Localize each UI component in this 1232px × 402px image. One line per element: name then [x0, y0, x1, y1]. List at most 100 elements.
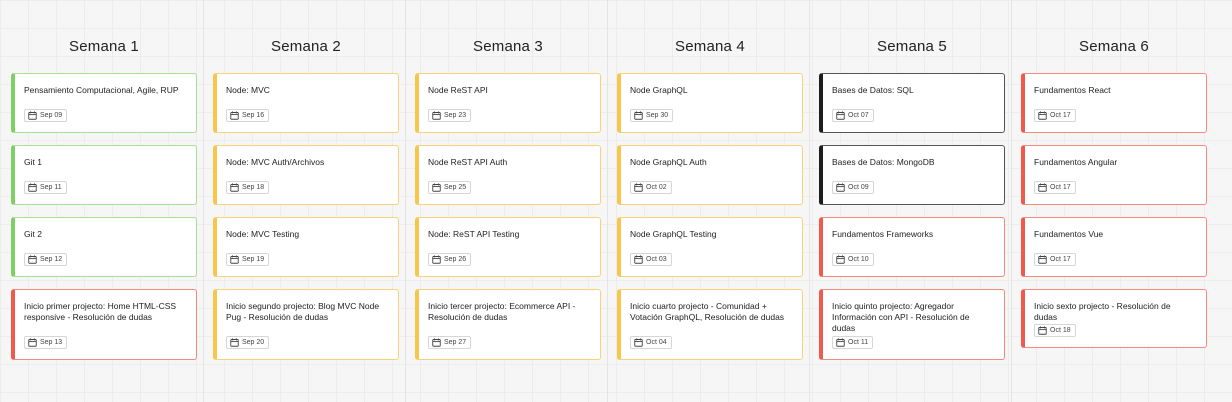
due-date-text: Sep 13	[40, 339, 63, 346]
calendar-icon	[634, 338, 643, 347]
calendar-icon	[634, 183, 643, 192]
due-date-text: Oct 17	[1050, 256, 1071, 263]
card-title: Inicio tercer projecto: Ecommerce API - …	[428, 301, 576, 322]
task-card[interactable]: Fundamentos Vue Oct 17	[1021, 217, 1207, 277]
due-date-text: Sep 30	[646, 112, 669, 119]
task-card[interactable]: Node: MVC Testing Sep 19	[213, 217, 399, 277]
due-date-text: Sep 09	[40, 112, 63, 119]
card-title: Node: MVC	[226, 85, 270, 95]
due-date-badge[interactable]: Oct 17	[1034, 181, 1076, 194]
due-date-badge[interactable]: Sep 23	[428, 109, 472, 122]
due-date-badge[interactable]: Oct 11	[832, 336, 874, 349]
card-title: Inicio sexto projecto - Resolución de du…	[1034, 301, 1171, 322]
due-date-text: Sep 20	[242, 339, 265, 346]
calendar-icon	[1038, 111, 1047, 120]
task-card[interactable]: Node ReST API Auth Sep 25	[415, 145, 601, 205]
due-date-badge[interactable]: Oct 17	[1034, 109, 1076, 122]
task-card[interactable]: Fundamentos Frameworks Oct 10	[819, 217, 1005, 277]
calendar-icon	[432, 183, 441, 192]
calendar-icon	[230, 255, 239, 264]
card-title: Node: ReST API Testing	[428, 229, 520, 239]
due-date-text: Oct 03	[646, 256, 667, 263]
due-date-badge[interactable]: Sep 30	[630, 109, 674, 122]
due-date-badge[interactable]: Sep 25	[428, 181, 472, 194]
calendar-icon	[432, 255, 441, 264]
calendar-icon	[28, 338, 37, 347]
due-date-badge[interactable]: Oct 09	[832, 181, 874, 194]
due-date-text: Oct 10	[848, 256, 869, 263]
due-date-badge[interactable]: Sep 18	[226, 181, 270, 194]
due-date-badge[interactable]: Sep 20	[226, 336, 270, 349]
calendar-icon	[836, 111, 845, 120]
card-title: Fundamentos Frameworks	[832, 229, 934, 239]
due-date-badge[interactable]: Oct 07	[832, 109, 874, 122]
due-date-badge[interactable]: Sep 12	[24, 253, 68, 266]
due-date-text: Sep 19	[242, 256, 265, 263]
column-divider	[203, 0, 204, 402]
task-card[interactable]: Inicio cuarto projecto - Comunidad + Vot…	[617, 289, 803, 360]
due-date-text: Oct 17	[1050, 112, 1071, 119]
task-card[interactable]: Bases de Datos: MongoDB Oct 09	[819, 145, 1005, 205]
due-date-badge[interactable]: Oct 03	[630, 253, 672, 266]
calendar-icon	[1038, 255, 1047, 264]
calendar-icon	[634, 255, 643, 264]
task-card[interactable]: Node GraphQL Testing Oct 03	[617, 217, 803, 277]
due-date-text: Sep 11	[40, 184, 62, 191]
column-divider	[1011, 0, 1012, 402]
column-title: Semana 3	[473, 38, 543, 55]
due-date-badge[interactable]: Sep 16	[226, 109, 270, 122]
due-date-badge[interactable]: Sep 11	[24, 181, 67, 194]
due-date-text: Oct 17	[1050, 184, 1071, 191]
due-date-badge[interactable]: Sep 13	[24, 336, 68, 349]
card-title: Inicio quinto projecto: Agregador Inform…	[832, 301, 970, 333]
due-date-text: Sep 26	[444, 256, 467, 263]
card-title: Node ReST API	[428, 85, 488, 95]
calendar-icon	[836, 183, 845, 192]
task-card[interactable]: Node: MVC Auth/Archivos Sep 18	[213, 145, 399, 205]
due-date-badge[interactable]: Oct 17	[1034, 253, 1076, 266]
due-date-text: Sep 16	[242, 112, 265, 119]
task-card[interactable]: Node ReST API Sep 23	[415, 73, 601, 133]
task-card[interactable]: Inicio quinto projecto: Agregador Inform…	[819, 289, 1005, 360]
column-divider	[405, 0, 406, 402]
task-card[interactable]: Bases de Datos: SQL Oct 07	[819, 73, 1005, 133]
calendar-icon	[836, 338, 845, 347]
task-card[interactable]: Node GraphQL Sep 30	[617, 73, 803, 133]
due-date-badge[interactable]: Sep 26	[428, 253, 472, 266]
task-card[interactable]: Node: ReST API Testing Sep 26	[415, 217, 601, 277]
due-date-text: Sep 12	[40, 256, 63, 263]
due-date-badge[interactable]: Sep 27	[428, 336, 472, 349]
due-date-text: Oct 18	[1050, 327, 1071, 334]
task-card[interactable]: Inicio sexto projecto - Resolución de du…	[1021, 289, 1207, 348]
card-title: Inicio primer projecto: Home HTML-CSS re…	[24, 301, 177, 322]
task-card[interactable]: Fundamentos Angular Oct 17	[1021, 145, 1207, 205]
due-date-text: Sep 18	[242, 184, 265, 191]
task-card[interactable]: Node: MVC Sep 16	[213, 73, 399, 133]
calendar-icon	[432, 111, 441, 120]
calendar-icon	[28, 183, 37, 192]
due-date-badge[interactable]: Oct 04	[630, 336, 672, 349]
due-date-badge[interactable]: Oct 10	[832, 253, 874, 266]
due-date-badge[interactable]: Sep 19	[226, 253, 270, 266]
calendar-icon	[230, 338, 239, 347]
calendar-icon	[836, 255, 845, 264]
due-date-badge[interactable]: Sep 09	[24, 109, 68, 122]
due-date-text: Oct 04	[646, 339, 667, 346]
column-title: Semana 1	[69, 38, 139, 55]
card-title: Git 1	[24, 157, 42, 167]
task-card[interactable]: Pensamiento Computacional, Agile, RUP Sep…	[11, 73, 197, 133]
card-title: Node: MVC Auth/Archivos	[226, 157, 325, 167]
due-date-badge[interactable]: Oct 02	[630, 181, 672, 194]
card-title: Git 2	[24, 229, 42, 239]
task-card[interactable]: Inicio segundo projecto: Blog MVC Node P…	[213, 289, 399, 360]
task-card[interactable]: Inicio primer projecto: Home HTML-CSS re…	[11, 289, 197, 360]
column-title: Semana 2	[271, 38, 341, 55]
due-date-badge[interactable]: Oct 18	[1034, 324, 1076, 337]
task-card[interactable]: Fundamentos React Oct 17	[1021, 73, 1207, 133]
task-card[interactable]: Git 1 Sep 11	[11, 145, 197, 205]
due-date-text: Sep 25	[444, 184, 467, 191]
task-card[interactable]: Node GraphQL Auth Oct 02	[617, 145, 803, 205]
task-card[interactable]: Inicio tercer projecto: Ecommerce API - …	[415, 289, 601, 360]
task-card[interactable]: Git 2 Sep 12	[11, 217, 197, 277]
card-title: Node GraphQL Auth	[630, 157, 707, 167]
